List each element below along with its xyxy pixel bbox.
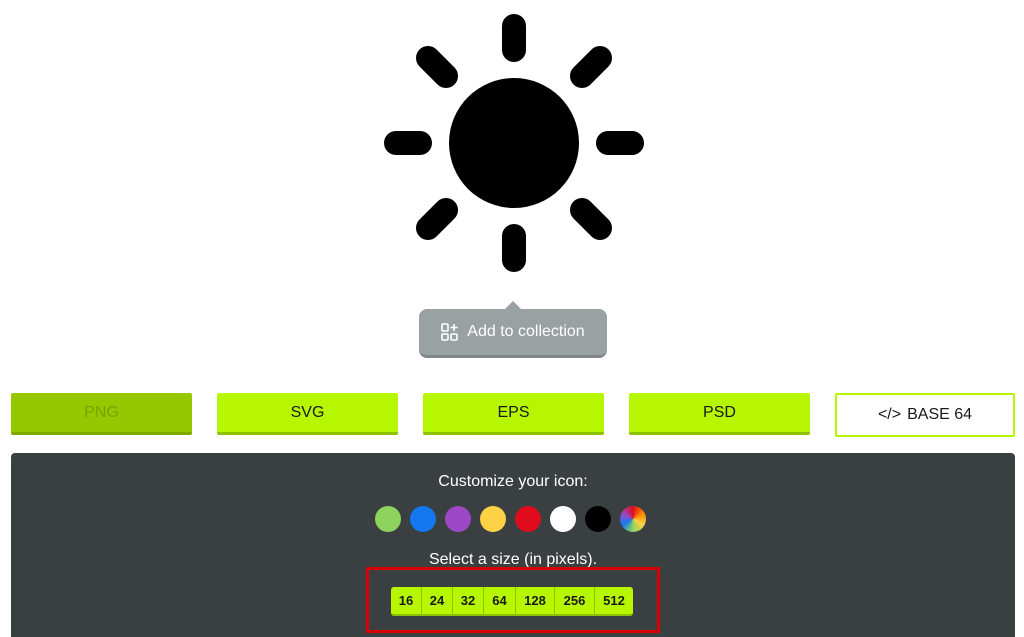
size-512-button[interactable]: 512: [595, 587, 633, 614]
size-24-button[interactable]: 24: [422, 587, 453, 614]
color-swatch-red[interactable]: [515, 506, 541, 532]
size-64-button[interactable]: 64: [484, 587, 516, 614]
color-swatch-yellow[interactable]: [480, 506, 506, 532]
color-swatch-blue[interactable]: [410, 506, 436, 532]
png-button[interactable]: PNG: [11, 393, 192, 435]
icon-download-page: Add to collection PNG SVG EPS PSD </> BA…: [0, 0, 1024, 637]
add-to-collection-button[interactable]: Add to collection: [419, 301, 607, 358]
download-formats: PNG SVG EPS PSD </> BASE 64: [11, 393, 1015, 437]
add-to-collection-label: Add to collection: [467, 323, 585, 340]
customize-panel: Customize your icon: Select a size (in p…: [11, 453, 1015, 637]
customize-title: Customize your icon:: [438, 473, 588, 490]
size-16-button[interactable]: 16: [391, 587, 422, 614]
color-swatch-green[interactable]: [375, 506, 401, 532]
sun-icon: [382, 12, 646, 276]
color-swatch-purple[interactable]: [445, 506, 471, 532]
size-256-button[interactable]: 256: [555, 587, 595, 614]
eps-button[interactable]: EPS: [423, 393, 604, 435]
size-32-button[interactable]: 32: [453, 587, 484, 614]
base64-button[interactable]: </> BASE 64: [835, 393, 1015, 437]
color-swatch-multicolor[interactable]: [620, 506, 646, 532]
psd-button[interactable]: PSD: [629, 393, 810, 435]
color-swatch-black[interactable]: [585, 506, 611, 532]
size-buttons: 16 24 32 64 128 256 512: [391, 587, 633, 616]
size-128-button[interactable]: 128: [516, 587, 555, 614]
code-icon: </>: [877, 406, 902, 423]
svg-button[interactable]: SVG: [217, 393, 398, 435]
color-swatches: [375, 506, 651, 532]
add-to-collection-icon: [441, 323, 459, 341]
color-swatch-white[interactable]: [550, 506, 576, 532]
